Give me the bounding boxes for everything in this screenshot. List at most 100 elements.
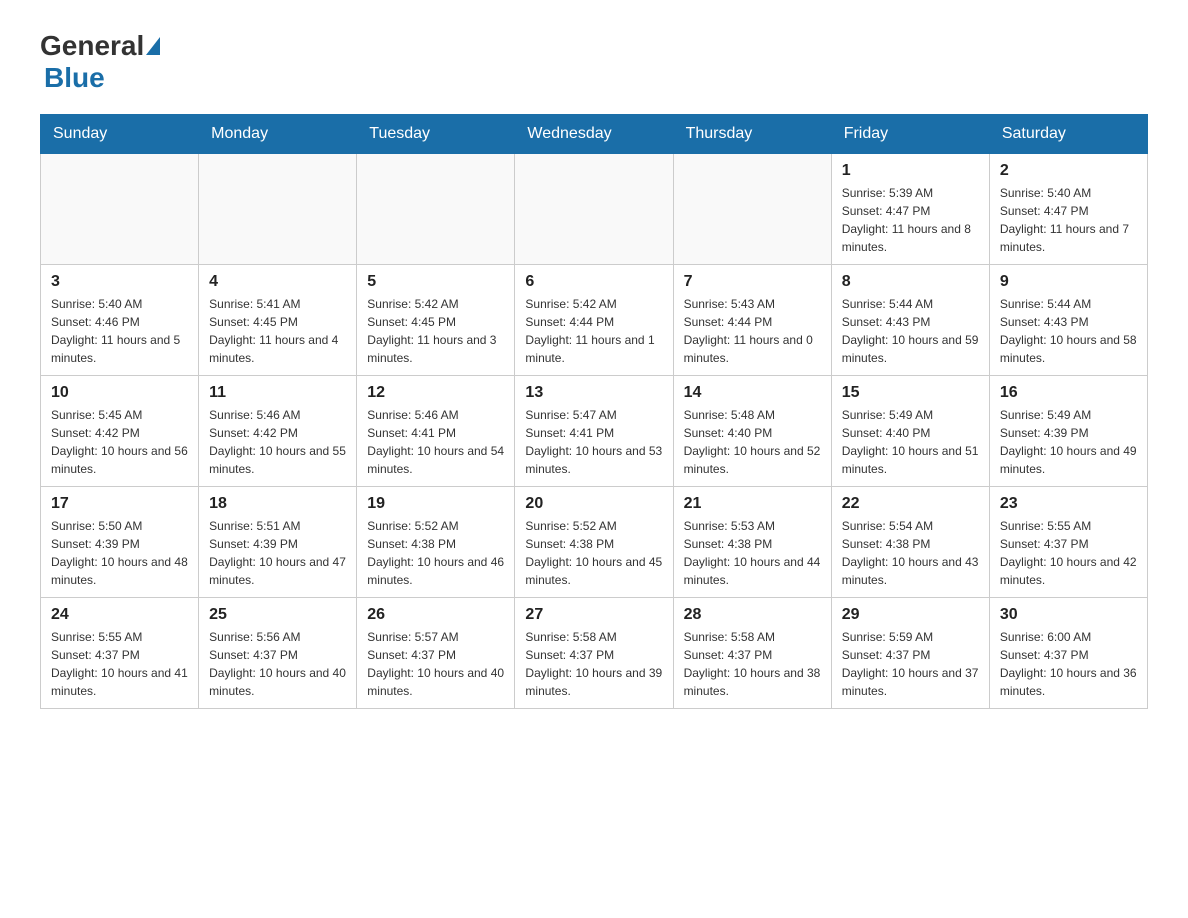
calendar-cell: 25 Sunrise: 5:56 AMSunset: 4:37 PMDayligh… (199, 598, 357, 709)
day-number: 22 (842, 495, 979, 513)
day-number: 14 (684, 384, 821, 402)
calendar-cell: 6 Sunrise: 5:42 AMSunset: 4:44 PMDaylight… (515, 265, 673, 376)
calendar-cell (199, 154, 357, 265)
day-info: Sunrise: 5:53 AMSunset: 4:38 PMDaylight:… (684, 517, 821, 589)
calendar-cell: 15 Sunrise: 5:49 AMSunset: 4:40 PMDayligh… (831, 376, 989, 487)
week-row-2: 3 Sunrise: 5:40 AMSunset: 4:46 PMDaylight… (41, 265, 1148, 376)
day-number: 30 (1000, 606, 1137, 624)
day-number: 3 (51, 273, 188, 291)
day-number: 15 (842, 384, 979, 402)
day-info: Sunrise: 5:52 AMSunset: 4:38 PMDaylight:… (525, 517, 662, 589)
day-number: 1 (842, 162, 979, 180)
day-info: Sunrise: 5:43 AMSunset: 4:44 PMDaylight:… (684, 295, 821, 367)
day-number: 8 (842, 273, 979, 291)
day-info: Sunrise: 5:44 AMSunset: 4:43 PMDaylight:… (842, 295, 979, 367)
day-number: 5 (367, 273, 504, 291)
calendar-cell: 14 Sunrise: 5:48 AMSunset: 4:40 PMDayligh… (673, 376, 831, 487)
day-info: Sunrise: 5:46 AMSunset: 4:41 PMDaylight:… (367, 406, 504, 478)
day-info: Sunrise: 5:54 AMSunset: 4:38 PMDaylight:… (842, 517, 979, 589)
logo-triangle-icon (146, 37, 160, 55)
calendar-cell: 23 Sunrise: 5:55 AMSunset: 4:37 PMDayligh… (989, 487, 1147, 598)
calendar-cell: 2 Sunrise: 5:40 AMSunset: 4:47 PMDaylight… (989, 154, 1147, 265)
day-number: 2 (1000, 162, 1137, 180)
day-number: 27 (525, 606, 662, 624)
day-number: 6 (525, 273, 662, 291)
week-row-3: 10Sunrise: 5:45 AMSunset: 4:42 PMDayligh… (41, 376, 1148, 487)
day-info: Sunrise: 5:40 AMSunset: 4:47 PMDaylight:… (1000, 184, 1137, 256)
calendar-cell: 20 Sunrise: 5:52 AMSunset: 4:38 PMDayligh… (515, 487, 673, 598)
calendar-cell: 16Sunrise: 5:49 AMSunset: 4:39 PMDayligh… (989, 376, 1147, 487)
day-info: Sunrise: 5:48 AMSunset: 4:40 PMDaylight:… (684, 406, 821, 478)
calendar-cell: 21 Sunrise: 5:53 AMSunset: 4:38 PMDayligh… (673, 487, 831, 598)
calendar-cell: 7 Sunrise: 5:43 AMSunset: 4:44 PMDaylight… (673, 265, 831, 376)
calendar-cell: 26 Sunrise: 5:57 AMSunset: 4:37 PMDayligh… (357, 598, 515, 709)
week-row-1: 1Sunrise: 5:39 AMSunset: 4:47 PMDaylight… (41, 154, 1148, 265)
header: General Blue (40, 30, 1148, 94)
day-info: Sunrise: 5:52 AMSunset: 4:38 PMDaylight:… (367, 517, 504, 589)
calendar-cell: 3 Sunrise: 5:40 AMSunset: 4:46 PMDaylight… (41, 265, 199, 376)
day-number: 24 (51, 606, 188, 624)
day-number: 12 (367, 384, 504, 402)
day-info: Sunrise: 5:58 AMSunset: 4:37 PMDaylight:… (525, 628, 662, 700)
week-row-4: 17 Sunrise: 5:50 AMSunset: 4:39 PMDayligh… (41, 487, 1148, 598)
day-number: 21 (684, 495, 821, 513)
day-info: Sunrise: 5:44 AMSunset: 4:43 PMDaylight:… (1000, 295, 1137, 367)
calendar-cell: 30 Sunrise: 6:00 AMSunset: 4:37 PMDayligh… (989, 598, 1147, 709)
day-info: Sunrise: 6:00 AMSunset: 4:37 PMDaylight:… (1000, 628, 1137, 700)
calendar-cell: 9 Sunrise: 5:44 AMSunset: 4:43 PMDaylight… (989, 265, 1147, 376)
calendar-table: SundayMondayTuesdayWednesdayThursdayFrid… (40, 114, 1148, 709)
calendar-cell: 11 Sunrise: 5:46 AMSunset: 4:42 PMDayligh… (199, 376, 357, 487)
calendar-cell: 5 Sunrise: 5:42 AMSunset: 4:45 PMDaylight… (357, 265, 515, 376)
day-number: 7 (684, 273, 821, 291)
day-info: Sunrise: 5:40 AMSunset: 4:46 PMDaylight:… (51, 295, 188, 367)
day-number: 26 (367, 606, 504, 624)
day-number: 23 (1000, 495, 1137, 513)
day-number: 29 (842, 606, 979, 624)
weekday-header-wednesday: Wednesday (515, 115, 673, 154)
day-info: Sunrise: 5:47 AMSunset: 4:41 PMDaylight:… (525, 406, 662, 478)
day-number: 9 (1000, 273, 1137, 291)
logo: General Blue (40, 30, 162, 94)
day-info: Sunrise: 5:49 AMSunset: 4:39 PMDaylight:… (1000, 406, 1137, 478)
day-info: Sunrise: 5:42 AMSunset: 4:44 PMDaylight:… (525, 295, 662, 367)
day-info: Sunrise: 5:57 AMSunset: 4:37 PMDaylight:… (367, 628, 504, 700)
weekday-header-saturday: Saturday (989, 115, 1147, 154)
day-number: 13 (525, 384, 662, 402)
day-info: Sunrise: 5:56 AMSunset: 4:37 PMDaylight:… (209, 628, 346, 700)
day-info: Sunrise: 5:46 AMSunset: 4:42 PMDaylight:… (209, 406, 346, 478)
day-info: Sunrise: 5:49 AMSunset: 4:40 PMDaylight:… (842, 406, 979, 478)
day-number: 10 (51, 384, 188, 402)
calendar-cell (357, 154, 515, 265)
day-info: Sunrise: 5:55 AMSunset: 4:37 PMDaylight:… (51, 628, 188, 700)
day-info: Sunrise: 5:50 AMSunset: 4:39 PMDaylight:… (51, 517, 188, 589)
calendar-cell: 18Sunrise: 5:51 AMSunset: 4:39 PMDayligh… (199, 487, 357, 598)
calendar-cell: 8 Sunrise: 5:44 AMSunset: 4:43 PMDaylight… (831, 265, 989, 376)
day-number: 11 (209, 384, 346, 402)
logo-blue-text: Blue (44, 62, 105, 93)
day-number: 25 (209, 606, 346, 624)
day-info: Sunrise: 5:42 AMSunset: 4:45 PMDaylight:… (367, 295, 504, 367)
weekday-header-monday: Monday (199, 115, 357, 154)
calendar-cell: 28Sunrise: 5:58 AMSunset: 4:37 PMDayligh… (673, 598, 831, 709)
day-info: Sunrise: 5:55 AMSunset: 4:37 PMDaylight:… (1000, 517, 1137, 589)
calendar-cell: 17 Sunrise: 5:50 AMSunset: 4:39 PMDayligh… (41, 487, 199, 598)
calendar-cell (41, 154, 199, 265)
day-number: 17 (51, 495, 188, 513)
day-number: 28 (684, 606, 821, 624)
weekday-header-tuesday: Tuesday (357, 115, 515, 154)
calendar-cell: 1Sunrise: 5:39 AMSunset: 4:47 PMDaylight… (831, 154, 989, 265)
calendar-cell: 24 Sunrise: 5:55 AMSunset: 4:37 PMDayligh… (41, 598, 199, 709)
calendar-cell (673, 154, 831, 265)
logo-general-text: General (40, 30, 144, 62)
day-info: Sunrise: 5:41 AMSunset: 4:45 PMDaylight:… (209, 295, 346, 367)
day-number: 18 (209, 495, 346, 513)
weekday-header-friday: Friday (831, 115, 989, 154)
calendar-cell: 13 Sunrise: 5:47 AMSunset: 4:41 PMDayligh… (515, 376, 673, 487)
calendar-cell: 29Sunrise: 5:59 AMSunset: 4:37 PMDayligh… (831, 598, 989, 709)
day-number: 20 (525, 495, 662, 513)
week-row-5: 24 Sunrise: 5:55 AMSunset: 4:37 PMDayligh… (41, 598, 1148, 709)
calendar-cell: 19 Sunrise: 5:52 AMSunset: 4:38 PMDayligh… (357, 487, 515, 598)
day-number: 19 (367, 495, 504, 513)
day-number: 4 (209, 273, 346, 291)
calendar-cell: 10Sunrise: 5:45 AMSunset: 4:42 PMDayligh… (41, 376, 199, 487)
